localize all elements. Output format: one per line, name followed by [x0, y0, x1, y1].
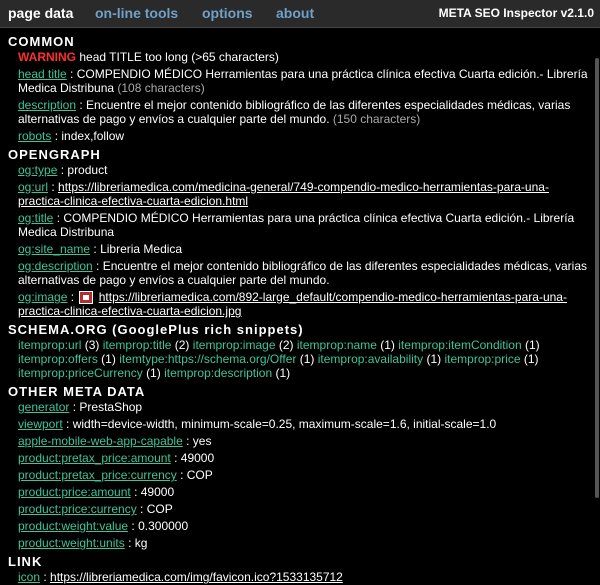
- schema-count: (1): [380, 338, 395, 353]
- char-count: (150 characters): [332, 112, 421, 126]
- meta-key[interactable]: viewport: [18, 417, 63, 431]
- meta-key[interactable]: head title: [18, 67, 67, 81]
- other-row: apple-mobile-web-app-capable : yes: [18, 434, 212, 449]
- meta-row-description: description : Encuentre el mejor conteni…: [18, 98, 571, 126]
- og-image-link[interactable]: https://libreriamedica.com/892-large_def…: [18, 290, 567, 318]
- section-title-opengraph: OPENGRAPH: [8, 147, 101, 162]
- meta-value: yes: [192, 434, 212, 449]
- schema-item[interactable]: itemprop:url: [18, 338, 81, 352]
- favicon-link[interactable]: https://libreriamedica.com/img/favicon.i…: [50, 570, 343, 584]
- meta-value: width=device-width, minimum-scale=0.25, …: [72, 417, 497, 432]
- page-data-panel: COMMON WARNING head TITLE too long (>65 …: [0, 28, 600, 585]
- og-row-image: og:image : https://libreriamedica.com/89…: [18, 290, 567, 319]
- meta-key[interactable]: product:price:amount: [18, 485, 131, 499]
- schema-item[interactable]: itemprop:itemCondition: [398, 338, 521, 352]
- meta-key[interactable]: og:site_name: [18, 242, 90, 256]
- meta-value: kg: [134, 536, 148, 551]
- schema-item[interactable]: itemprop:price: [444, 352, 520, 366]
- schema-item[interactable]: itemprop:availability: [318, 352, 423, 366]
- schema-count: (1): [275, 366, 291, 381]
- other-row: product:weight:units : kg: [18, 536, 148, 551]
- schema-item[interactable]: itemtype:https://schema.org/Offer: [119, 352, 296, 366]
- og-row-url: og:url : https://libreriamedica.com/medi…: [18, 180, 549, 208]
- meta-value: COP: [146, 502, 173, 517]
- meta-value: COMPENDIO MÉDICO Herramientas para una p…: [18, 67, 588, 95]
- tab-page-data[interactable]: page data: [8, 5, 73, 21]
- schema-item[interactable]: itemprop:offers: [18, 352, 98, 366]
- other-row: viewport : width=device-width, minimum-s…: [18, 417, 497, 432]
- schema-count: (2): [174, 338, 190, 353]
- og-url-link[interactable]: https://libreriamedica.com/medicina-gene…: [18, 180, 549, 208]
- meta-value: index,follow: [61, 129, 125, 143]
- meta-key[interactable]: og:url: [18, 180, 48, 194]
- og-row-site-name: og:site_name : Libreria Medica: [18, 242, 183, 256]
- top-navigation-bar: page data on-line tools options about ME…: [0, 0, 600, 28]
- meta-key[interactable]: og:title: [18, 211, 53, 225]
- schema-count: (1): [299, 352, 315, 367]
- scrollbar[interactable]: [595, 58, 599, 498]
- tab-about[interactable]: about: [276, 5, 314, 21]
- schema-item[interactable]: itemprop:description: [164, 366, 272, 380]
- char-count: (108 characters): [117, 81, 205, 95]
- og-row-type: og:type : product: [18, 163, 108, 177]
- schema-item[interactable]: itemprop:title: [103, 338, 172, 352]
- meta-key[interactable]: og:description: [18, 259, 93, 273]
- meta-key[interactable]: og:type: [18, 163, 57, 177]
- section-title-common: COMMON: [8, 34, 75, 49]
- schema-item[interactable]: itemprop:name: [297, 338, 377, 352]
- meta-value: COMPENDIO MÉDICO Herramientas para una p…: [18, 211, 575, 239]
- other-row: product:price:currency : COP: [18, 502, 173, 517]
- other-row: product:price:amount : 49000: [18, 485, 175, 500]
- meta-key[interactable]: icon: [18, 570, 40, 584]
- meta-key[interactable]: generator: [18, 400, 69, 414]
- section-title-link: LINK: [8, 554, 43, 570]
- og-row-title: og:title : COMPENDIO MÉDICO Herramientas…: [18, 211, 575, 239]
- schema-item[interactable]: itemprop:image: [193, 338, 276, 352]
- other-row: generator : PrestaShop: [18, 400, 143, 415]
- schema-list: itemprop:url (3) itemprop:title (2) item…: [8, 338, 592, 380]
- meta-key[interactable]: product:pretax_price:amount: [18, 451, 171, 465]
- meta-value: Encuentre el mejor contenido bibliográfi…: [18, 98, 571, 126]
- schema-count: (3): [84, 338, 100, 353]
- schema-count: (1): [525, 338, 540, 353]
- meta-value: Encuentre el mejor contenido bibliográfi…: [18, 259, 588, 287]
- tab-options[interactable]: options: [202, 5, 253, 21]
- meta-value: PrestaShop: [79, 400, 143, 415]
- meta-key[interactable]: robots: [18, 129, 51, 143]
- meta-value: product: [67, 163, 108, 177]
- warning-label: WARNING: [18, 50, 76, 64]
- meta-value: COP: [186, 468, 213, 483]
- schema-count: (1): [146, 366, 161, 381]
- schema-item[interactable]: itemprop:priceCurrency: [18, 366, 143, 380]
- warning-row: WARNING head TITLE too long (>65 charact…: [8, 50, 592, 64]
- other-row: product:weight:value : 0.300000: [18, 519, 189, 534]
- other-row: product:pretax_price:amount : 49000: [18, 451, 215, 466]
- meta-value: Libreria Medica: [100, 242, 183, 256]
- image-preview-icon[interactable]: [79, 291, 94, 305]
- schema-count: (1): [101, 352, 116, 367]
- meta-key[interactable]: product:pretax_price:currency: [18, 468, 177, 482]
- meta-value: 49000: [180, 451, 215, 466]
- meta-value: 49000: [140, 485, 175, 500]
- link-row-icon: icon : https://libreriamedica.com/img/fa…: [18, 570, 343, 585]
- meta-row-robots: robots : index,follow: [18, 129, 125, 143]
- meta-key[interactable]: product:price:currency: [18, 502, 137, 516]
- schema-count: (2): [278, 338, 294, 353]
- meta-key[interactable]: product:weight:value: [18, 519, 128, 533]
- warning-text: head TITLE too long (>65 characters): [79, 50, 279, 64]
- section-title-schema: SCHEMA.ORG (GooglePlus rich snippets): [8, 322, 304, 338]
- other-row: product:pretax_price:currency : COP: [18, 468, 213, 483]
- meta-key[interactable]: og:image: [18, 290, 67, 304]
- section-title-other-meta: OTHER META DATA: [8, 384, 146, 400]
- meta-key[interactable]: description: [18, 98, 76, 112]
- app-title: META SEO Inspector v2.1.0: [438, 6, 594, 20]
- meta-key[interactable]: apple-mobile-web-app-capable: [18, 434, 183, 448]
- meta-key[interactable]: product:weight:units: [18, 536, 125, 550]
- meta-row-head-title: head title : COMPENDIO MÉDICO Herramient…: [18, 67, 588, 95]
- og-row-description: og:description : Encuentre el mejor cont…: [18, 259, 588, 287]
- schema-count: (1): [523, 352, 539, 367]
- meta-value: 0.300000: [138, 519, 189, 534]
- schema-count: (1): [426, 352, 442, 367]
- tab-online-tools[interactable]: on-line tools: [95, 5, 178, 21]
